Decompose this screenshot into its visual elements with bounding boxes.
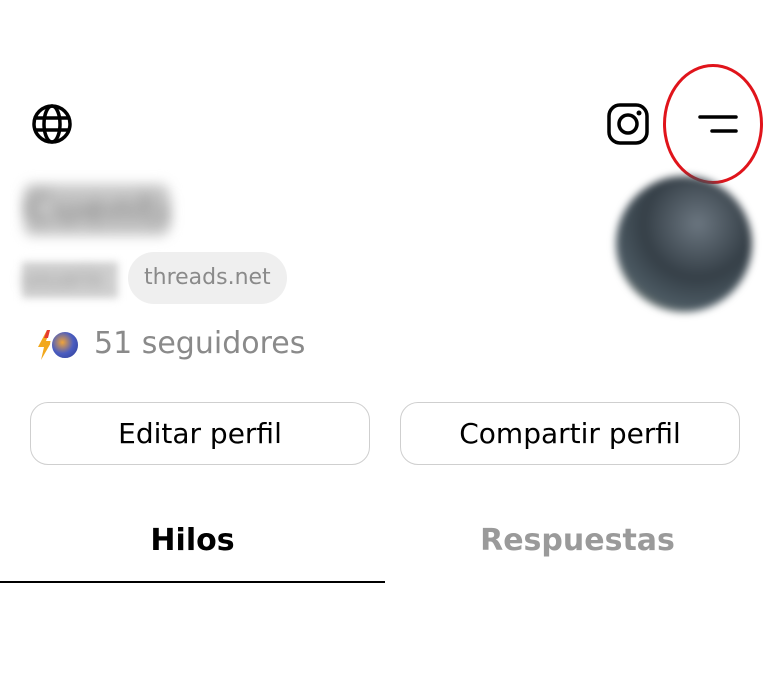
followers-count: 51 seguidores [94,326,306,361]
avatar[interactable] [616,176,752,312]
edit-profile-button[interactable]: Editar perfil [30,402,370,465]
profile-name: Cuenta [24,187,169,233]
followers-row[interactable]: 51 seguidores [34,324,305,364]
instagram-button[interactable] [604,100,652,148]
follower-avatar [50,330,80,360]
share-profile-button[interactable]: Compartir perfil [400,402,740,465]
globe-icon [32,104,72,144]
menu-icon [698,115,738,133]
instagram-icon [607,103,649,145]
tab-respuestas[interactable]: Respuestas [385,512,770,568]
threads-domain-badge[interactable]: threads.net [128,252,287,304]
tab-hilos[interactable]: Hilos [0,512,385,568]
username: usuario [22,267,104,292]
follower-avatars [34,324,86,364]
menu-button[interactable] [690,100,746,148]
active-tab-indicator [0,581,385,583]
globe-button[interactable] [28,100,76,148]
